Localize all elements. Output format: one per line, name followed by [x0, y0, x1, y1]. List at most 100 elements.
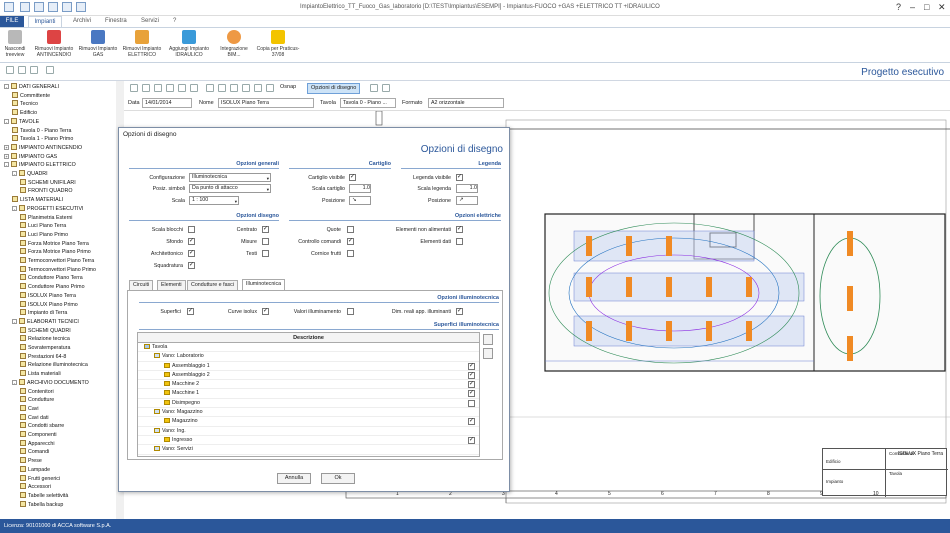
- expand-icon[interactable]: -: [12, 318, 17, 324]
- table-row[interactable]: Magazzino ✓: [138, 417, 479, 427]
- row-checkbox[interactable]: ✓: [468, 381, 475, 389]
- cornice-frutti-checkbox[interactable]: [347, 250, 354, 257]
- drawing-options-button[interactable]: Opzioni di disegno: [307, 83, 361, 94]
- scala-blocchi-checkbox[interactable]: [188, 226, 195, 233]
- leg-scale-field[interactable]: 1.0: [456, 184, 478, 193]
- tree-item[interactable]: Tabella backup: [0, 500, 63, 510]
- tab-condutture[interactable]: Condutture e fasci: [187, 280, 238, 290]
- rotate-icon[interactable]: [206, 84, 214, 92]
- tree-item[interactable]: Planimetria Esterni: [0, 213, 72, 223]
- tab-archivi[interactable]: Archivi: [68, 16, 96, 27]
- measure-icon[interactable]: [254, 84, 262, 92]
- leg-pos-select[interactable]: ↗: [456, 196, 478, 205]
- testi-checkbox[interactable]: [262, 250, 269, 257]
- expand-icon[interactable]: +: [4, 153, 9, 159]
- squadratura-checkbox[interactable]: ✓: [188, 262, 195, 269]
- tree-tool-icon[interactable]: [6, 66, 14, 74]
- leg-visible-checkbox[interactable]: ✓: [456, 174, 463, 181]
- tree-item[interactable]: Contenitori: [0, 387, 54, 397]
- posz-select[interactable]: Da punto di attacco ▾: [189, 184, 271, 193]
- architettonico-checkbox[interactable]: ✓: [188, 250, 195, 257]
- expand-icon[interactable]: -: [4, 118, 9, 124]
- tree-item[interactable]: Conduttore Piano Primo: [0, 283, 85, 292]
- print-icon[interactable]: [370, 84, 378, 92]
- tree-item[interactable]: Cavi: [0, 404, 39, 414]
- tree-item[interactable]: Sovratemperatura: [0, 344, 70, 353]
- table-tool-button[interactable]: [483, 334, 493, 345]
- tree-tool-icon[interactable]: [18, 66, 26, 74]
- tree-item[interactable]: Lampade: [0, 465, 50, 475]
- zoom-all-icon[interactable]: [166, 84, 174, 92]
- hide-treeview-button[interactable]: Nascondi treeview: [2, 30, 28, 58]
- formato-select[interactable]: A2 orizzontale: [428, 98, 504, 108]
- tree-item[interactable]: Relazione tecnica: [0, 335, 70, 344]
- minimize-button[interactable]: –: [910, 2, 915, 12]
- tab-finestra[interactable]: Finestra: [100, 16, 132, 27]
- tree-item[interactable]: - TAVOLE: [0, 117, 39, 127]
- tree-item[interactable]: + IMPIANTO ANTINCENDIO: [0, 143, 82, 153]
- maximize-button[interactable]: □: [924, 2, 929, 12]
- tree-item[interactable]: Accessori: [0, 483, 51, 492]
- tree-item[interactable]: Termoconvettori Piano Terra: [0, 257, 94, 266]
- undo-icon[interactable]: [62, 2, 72, 12]
- table-row[interactable]: Macchine 2 ✓: [138, 380, 479, 390]
- date-field[interactable]: 14/01/2014: [142, 98, 192, 108]
- tree-item[interactable]: Forza Motrice Piano Terra: [0, 239, 89, 249]
- tree-item[interactable]: Committente: [0, 91, 50, 101]
- sfondo-checkbox[interactable]: ✓: [188, 238, 195, 245]
- remove-antincendio-button[interactable]: Rimuovi Impianto ANTINCENDIO: [32, 30, 76, 58]
- tree-item[interactable]: - DATI GENERALI: [0, 83, 59, 92]
- redo-icon[interactable]: [230, 84, 238, 92]
- tree-item[interactable]: - QUADRI: [0, 170, 48, 179]
- elementi-dati-checkbox[interactable]: [456, 238, 463, 245]
- tree-item[interactable]: - IMPIANTO ELETTRICO: [0, 161, 76, 170]
- table-row[interactable]: Tavola: [138, 343, 479, 353]
- config-select[interactable]: Illuminotecnica ▾: [189, 173, 271, 182]
- cart-visible-checkbox[interactable]: ✓: [349, 174, 356, 181]
- move-icon[interactable]: [46, 66, 54, 74]
- tree-item[interactable]: SCHEMI QUADRI: [0, 326, 71, 336]
- row-checkbox[interactable]: ✓: [468, 362, 475, 370]
- table-row[interactable]: Vano: Ing.: [138, 427, 479, 436]
- ok-button[interactable]: Ok: [321, 473, 355, 484]
- tree-item[interactable]: Componenti: [0, 431, 57, 440]
- cart-pos-select[interactable]: ↘: [349, 196, 371, 205]
- tree-tool-icon[interactable]: [30, 66, 38, 74]
- zoom-window-icon[interactable]: [154, 84, 162, 92]
- tree-item[interactable]: Prese: [0, 457, 42, 466]
- expand-icon[interactable]: -: [12, 205, 17, 211]
- scala-select[interactable]: 1 : 100 ▾: [189, 196, 239, 205]
- table-tool-button[interactable]: [483, 348, 493, 359]
- tree-item[interactable]: + IMPIANTO GAS: [0, 152, 57, 162]
- tree-item[interactable]: Tavola 1 - Piano Primo: [0, 135, 73, 144]
- tree-item[interactable]: Tecnico: [0, 100, 38, 109]
- save-drawing-icon[interactable]: [382, 84, 390, 92]
- curve-isolux-checkbox[interactable]: ✓: [262, 308, 269, 315]
- table-row[interactable]: Vano: Magazzino: [138, 408, 479, 418]
- tab-circuiti[interactable]: Circuiti: [129, 280, 154, 290]
- cancel-button[interactable]: Annulla: [277, 473, 311, 484]
- table-row[interactable]: Vano: Laboratorio: [138, 352, 479, 362]
- name-field[interactable]: ISOLUX Piano Terra: [218, 98, 314, 108]
- tree-item[interactable]: Conduttore Piano Terra: [0, 274, 83, 283]
- add-idraulico-button[interactable]: Aggiungi Impianto IDRAULICO: [166, 30, 212, 58]
- tree-item[interactable]: Cavi dati: [0, 413, 49, 423]
- table-row[interactable]: Vano: Servizi: [138, 445, 479, 455]
- row-checkbox[interactable]: ✓: [468, 371, 475, 379]
- non-alimentati-checkbox[interactable]: ✓: [456, 226, 463, 233]
- tree-item[interactable]: LISTA MATERIALI: [0, 196, 63, 205]
- close-button[interactable]: ✕: [938, 2, 946, 13]
- help-icon[interactable]: ?: [896, 2, 901, 12]
- tree-item[interactable]: Forza Motrice Piano Primo: [0, 248, 91, 257]
- tree-item[interactable]: FRONTI QUADRO: [0, 187, 72, 196]
- table-row[interactable]: Assemblaggio 1 ✓: [138, 362, 479, 371]
- tree-item[interactable]: ISOLUX Piano Terra: [0, 291, 76, 301]
- superfici-checkbox[interactable]: ✓: [187, 308, 194, 315]
- tree-item[interactable]: Tavola 0 - Piano Terra: [0, 126, 71, 136]
- tab-file[interactable]: FILE: [0, 16, 24, 27]
- snap-icon[interactable]: [266, 84, 274, 92]
- valori-checkbox[interactable]: [347, 308, 354, 315]
- tree-item[interactable]: - PROGETTI ESECUTIVI: [0, 204, 84, 214]
- tab-illuminotecnica[interactable]: Illuminotecnica: [242, 279, 286, 290]
- tree-item[interactable]: Comandi: [0, 448, 49, 457]
